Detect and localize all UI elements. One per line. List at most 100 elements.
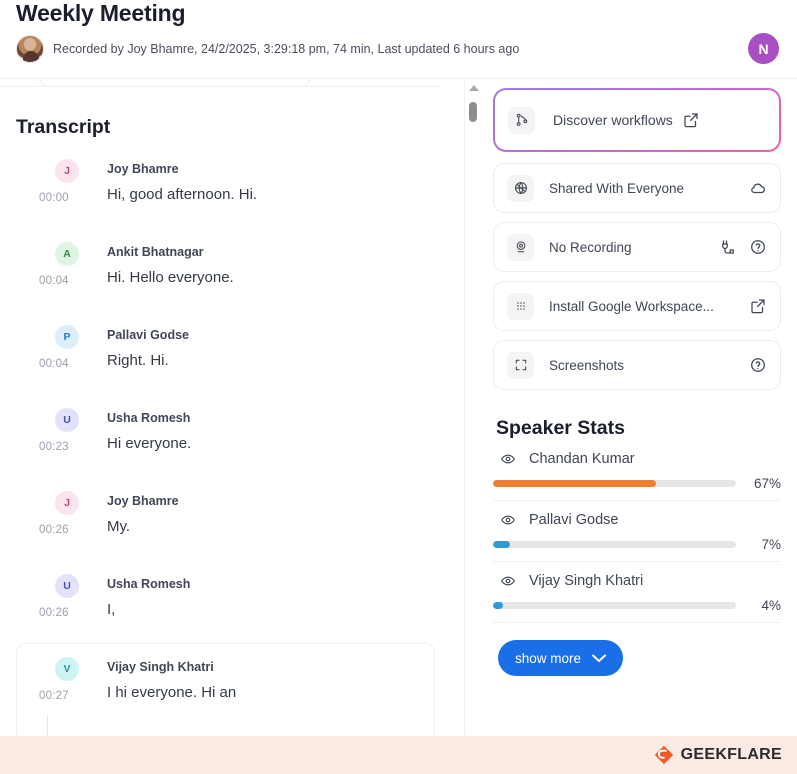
speaker-name: Usha Romesh — [107, 577, 191, 591]
scrollbar-thumb[interactable] — [469, 102, 477, 122]
timestamp[interactable]: 00:26 — [39, 607, 69, 619]
speaker-percent: 4% — [761, 598, 781, 613]
speaker-stat-name: Chandan Kumar — [529, 451, 635, 467]
side-card[interactable]: Discover workflows — [493, 88, 781, 152]
speaker-percent: 7% — [761, 537, 781, 552]
crop-frame-icon — [507, 351, 534, 379]
speaker-stat-header: Vijay Singh Khatri — [493, 573, 781, 589]
cloud-icon[interactable] — [749, 179, 767, 197]
timestamp[interactable]: 00:00 — [39, 192, 69, 204]
speaker-progress-fill — [493, 602, 503, 609]
scrollbar-track[interactable] — [465, 79, 481, 736]
transcript-entry[interactable]: V Vijay Singh Khatri 00:27 I hi everyone. H… — [0, 643, 440, 736]
side-card[interactable]: Install Google Workspace... — [493, 281, 781, 331]
external-link-icon[interactable] — [749, 297, 767, 315]
side-card-actions — [749, 179, 767, 197]
speaker-avatar: U — [55, 408, 79, 432]
speaker-progress-fill — [493, 541, 510, 548]
speaker-stat-bar-row: 7% — [493, 537, 781, 552]
grid-dots-icon — [507, 292, 534, 320]
transcript-entry[interactable]: J Joy Bhamre 00:00 Hi, good afternoon. Hi. — [0, 159, 440, 242]
speaker-name: Usha Romesh — [107, 411, 191, 425]
speaker-stat-header: Chandan Kumar — [493, 451, 781, 467]
utterance-text: My. — [107, 518, 131, 535]
timestamp[interactable]: 00:04 — [39, 275, 69, 287]
footer-bar: GEEKFLARE — [0, 715, 797, 774]
side-panel: Discover workflows Shared With Everyone No… — [480, 79, 797, 736]
side-card-label: Install Google Workspace... — [549, 298, 714, 314]
speaker-avatar: J — [55, 491, 79, 515]
external-link-icon[interactable] — [682, 111, 700, 129]
speaker-stat-name: Vijay Singh Khatri — [529, 573, 644, 589]
side-card-actions — [719, 238, 767, 256]
git-branch-icon — [508, 106, 535, 134]
main-content: Transcript J Joy Bhamre 00:00 Hi, good afte… — [0, 79, 797, 736]
speaker-stats-heading: Speaker Stats — [496, 417, 625, 439]
speaker-name: Pallavi Godse — [107, 328, 189, 342]
utterance-text: I, — [107, 601, 116, 618]
utterance-text: I hi everyone. Hi an — [107, 684, 237, 701]
chevron-down-icon — [592, 654, 607, 663]
speaker-avatar: V — [55, 657, 79, 681]
utterance-text: Hi, good afternoon. Hi. — [107, 186, 258, 203]
speaker-percent: 67% — [753, 476, 781, 491]
side-card[interactable]: Screenshots — [493, 340, 781, 390]
help-circle-icon[interactable] — [749, 356, 767, 374]
app-root: Weekly Meeting Recorded by Joy Bhamre, 2… — [0, 0, 797, 774]
speaker-name: Ankit Bhatnagar — [107, 245, 204, 259]
speaker-avatar: J — [55, 159, 79, 183]
side-card-label: Discover workflows — [553, 112, 673, 128]
speaker-stat-bar-row: 4% — [493, 598, 781, 613]
utterance-text: Hi everyone. — [107, 435, 192, 452]
transcript-entry[interactable]: A Ankit Bhatnagar 00:04 Hi. Hello everyone. — [0, 242, 440, 325]
transcript-entry[interactable]: U Usha Romesh 00:23 Hi everyone. — [0, 408, 440, 491]
eye-icon[interactable] — [500, 512, 516, 528]
speaker-avatar: A — [55, 242, 79, 266]
scroll-up-arrow-icon[interactable] — [469, 85, 479, 91]
recorder-avatar — [16, 35, 44, 63]
side-card-list: Discover workflows Shared With Everyone No… — [493, 88, 781, 390]
meeting-meta-row: Recorded by Joy Bhamre, 24/2/2025, 3:29:… — [16, 35, 519, 63]
side-card-label: Screenshots — [549, 357, 625, 373]
side-card-actions — [682, 111, 700, 129]
side-card[interactable]: Shared With Everyone — [493, 163, 781, 213]
side-card-actions — [749, 297, 767, 315]
speaker-progress-track — [493, 602, 736, 609]
geekflare-logo-icon — [654, 745, 674, 765]
speaker-stat-row: Vijay Singh Khatri 4% — [493, 562, 781, 623]
timestamp[interactable]: 00:27 — [39, 690, 69, 702]
side-card-actions — [749, 356, 767, 374]
timestamp[interactable]: 00:23 — [39, 441, 69, 453]
eye-icon[interactable] — [500, 451, 516, 467]
show-more-button[interactable]: show more — [498, 640, 624, 676]
speaker-stat-bar-row: 67% — [493, 476, 781, 491]
page-title: Weekly Meeting — [16, 0, 186, 26]
speaker-avatar: P — [55, 325, 79, 349]
plug-icon[interactable] — [719, 238, 737, 256]
show-more-label: show more — [515, 650, 582, 666]
speaker-name: Joy Bhamre — [107, 162, 179, 176]
speaker-progress-track — [493, 480, 736, 487]
side-card-label: No Recording — [549, 239, 632, 255]
speaker-stat-header: Pallavi Godse — [493, 512, 781, 528]
transcript-entry[interactable]: P Pallavi Godse 00:04 Right. Hi. — [0, 325, 440, 408]
speaker-stat-row: Pallavi Godse 7% — [493, 501, 781, 562]
help-circle-icon[interactable] — [749, 238, 767, 256]
speaker-progress-track — [493, 541, 736, 548]
speaker-stat-row: Chandan Kumar 67% — [493, 440, 781, 501]
brand-name: GEEKFLARE — [680, 746, 782, 763]
speaker-stats-list: Chandan Kumar 67% Pallavi Godse 7% Vijay… — [493, 440, 781, 623]
transcript-scrollbar[interactable] — [464, 79, 480, 736]
eye-icon[interactable] — [500, 573, 516, 589]
brand-logo: GEEKFLARE — [654, 745, 782, 765]
speaker-avatar: U — [55, 574, 79, 598]
side-card[interactable]: No Recording — [493, 222, 781, 272]
speaker-name: Vijay Singh Khatri — [107, 660, 214, 674]
transcript-entry[interactable]: J Joy Bhamre 00:26 My. — [0, 491, 440, 574]
transcript-top-divider — [0, 86, 440, 87]
timestamp[interactable]: 00:04 — [39, 358, 69, 370]
utterance-text: Hi. Hello everyone. — [107, 269, 234, 286]
page-header: Weekly Meeting Recorded by Joy Bhamre, 2… — [0, 0, 797, 78]
avatar[interactable]: N — [748, 33, 779, 64]
timestamp[interactable]: 00:26 — [39, 524, 69, 536]
